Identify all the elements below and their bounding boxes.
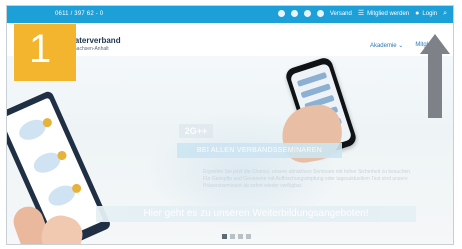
browser-frame: 0611 / 397 62 - 0 Versand ☰ Mitglied wer… [6,5,454,245]
step-number: 1 [29,27,52,71]
arrow-up-icon [420,34,450,54]
info-icon[interactable] [277,10,285,17]
slider-dot[interactable] [238,234,243,239]
phone-number[interactable]: 0611 / 397 62 - 0 [55,11,103,17]
slider-dot[interactable] [222,234,227,239]
login-label: Login [422,10,438,17]
membership-link[interactable]: ☰ Mitglied werden [358,10,409,17]
versand-link[interactable]: Versand [330,11,352,17]
instagram-icon[interactable] [303,10,311,17]
search-icon[interactable]: ⌕ [443,10,447,17]
slider-dot[interactable] [246,234,251,239]
top-bar: 0611 / 397 62 - 0 Versand ☰ Mitglied wer… [7,6,453,23]
versand-label: Versand [329,10,352,17]
nav-akademie[interactable]: Akademie ⌄ [370,42,403,49]
arrow-shaft [428,52,442,118]
badge-2g: 2G++ [179,124,213,138]
hero-paragraph: Ergreifen Sie jetzt die Chance, unsere a… [203,169,412,189]
slider-dot[interactable] [230,234,235,239]
top-bar-links: Versand ☰ Mitglied werden ● Login ⌕ [277,10,447,17]
membership-label: Mitglied werden [367,10,410,17]
users-icon: ☰ [357,10,365,17]
user-icon: ● [415,10,420,17]
login-link[interactable]: ● Login [415,10,437,17]
hero-cta-button[interactable]: Hier geht es zu unseren Weiterbildungsan… [96,206,416,222]
seminars-banner: BEI ALLEN VERBANDSSEMINAREN [177,143,342,158]
hero-slider: 2G++ BEI ALLEN VERBANDSSEMINAREN Ergreif… [7,55,453,244]
slider-pagination [222,234,251,239]
step-number-badge: 1 [14,24,76,81]
facebook-icon[interactable] [290,10,298,17]
pointer-arrow [420,34,450,118]
twitter-icon[interactable] [316,10,324,17]
